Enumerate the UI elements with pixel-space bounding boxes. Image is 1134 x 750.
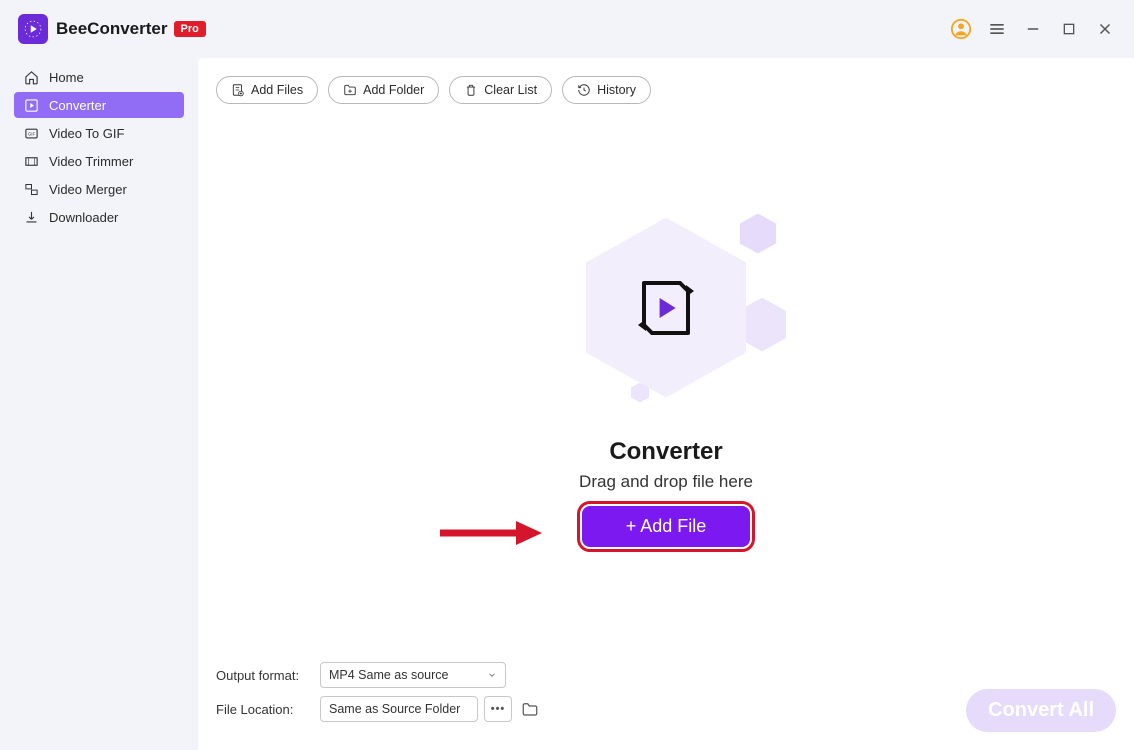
maximize-button[interactable] xyxy=(1058,18,1080,40)
gif-icon: GIF xyxy=(24,126,39,141)
svg-text:GIF: GIF xyxy=(28,131,36,136)
drop-zone[interactable]: Converter Drag and drop file here + Add … xyxy=(198,82,1134,662)
sidebar-item-label: Video To GIF xyxy=(49,126,124,141)
app-logo-icon xyxy=(18,14,48,44)
convert-all-button[interactable]: Convert All xyxy=(966,689,1116,732)
sidebar-item-video-merger[interactable]: Video Merger xyxy=(14,176,184,202)
sidebar-item-downloader[interactable]: Downloader xyxy=(14,204,184,230)
merger-icon xyxy=(24,182,39,197)
file-location-more-button[interactable]: ••• xyxy=(484,696,512,722)
sidebar-item-label: Home xyxy=(49,70,84,85)
center-subtitle: Drag and drop file here xyxy=(579,472,753,492)
converter-illustration xyxy=(456,198,876,418)
app-title: BeeConverter xyxy=(56,19,168,39)
trimmer-icon xyxy=(24,154,39,169)
output-format-label: Output format: xyxy=(216,668,320,683)
sidebar-item-converter[interactable]: Converter xyxy=(14,92,184,118)
close-button[interactable] xyxy=(1094,18,1116,40)
pro-badge: Pro xyxy=(174,21,206,37)
sidebar-item-label: Downloader xyxy=(49,210,118,225)
sidebar-item-video-trimmer[interactable]: Video Trimmer xyxy=(14,148,184,174)
menu-icon[interactable] xyxy=(986,18,1008,40)
minimize-button[interactable] xyxy=(1022,18,1044,40)
center-title: Converter xyxy=(609,438,722,466)
sidebar-item-label: Video Trimmer xyxy=(49,154,133,169)
annotation-arrow-icon xyxy=(438,518,548,548)
sidebar-item-video-to-gif[interactable]: GIF Video To GIF xyxy=(14,120,184,146)
main-panel: Add Files Add Folder Clear List History xyxy=(198,58,1134,750)
title-bar: BeeConverter Pro xyxy=(0,0,1134,58)
file-location-input[interactable]: Same as Source Folder xyxy=(320,696,478,722)
output-format-select[interactable]: MP4 Same as source xyxy=(320,662,506,688)
account-icon[interactable] xyxy=(950,18,972,40)
open-folder-button[interactable] xyxy=(518,696,542,722)
home-icon xyxy=(24,70,39,85)
converter-icon xyxy=(24,98,39,113)
sidebar-item-home[interactable]: Home xyxy=(14,64,184,90)
sidebar: Home Converter GIF Video To GIF Video Tr… xyxy=(0,58,198,750)
sidebar-item-label: Video Merger xyxy=(49,182,127,197)
download-icon xyxy=(24,210,39,225)
sidebar-item-label: Converter xyxy=(49,98,106,113)
converter-cycle-icon xyxy=(636,271,696,345)
file-location-label: File Location: xyxy=(216,702,320,717)
folder-icon xyxy=(521,700,539,718)
add-file-button[interactable]: + Add File xyxy=(582,506,751,547)
chevron-down-icon xyxy=(487,670,497,680)
